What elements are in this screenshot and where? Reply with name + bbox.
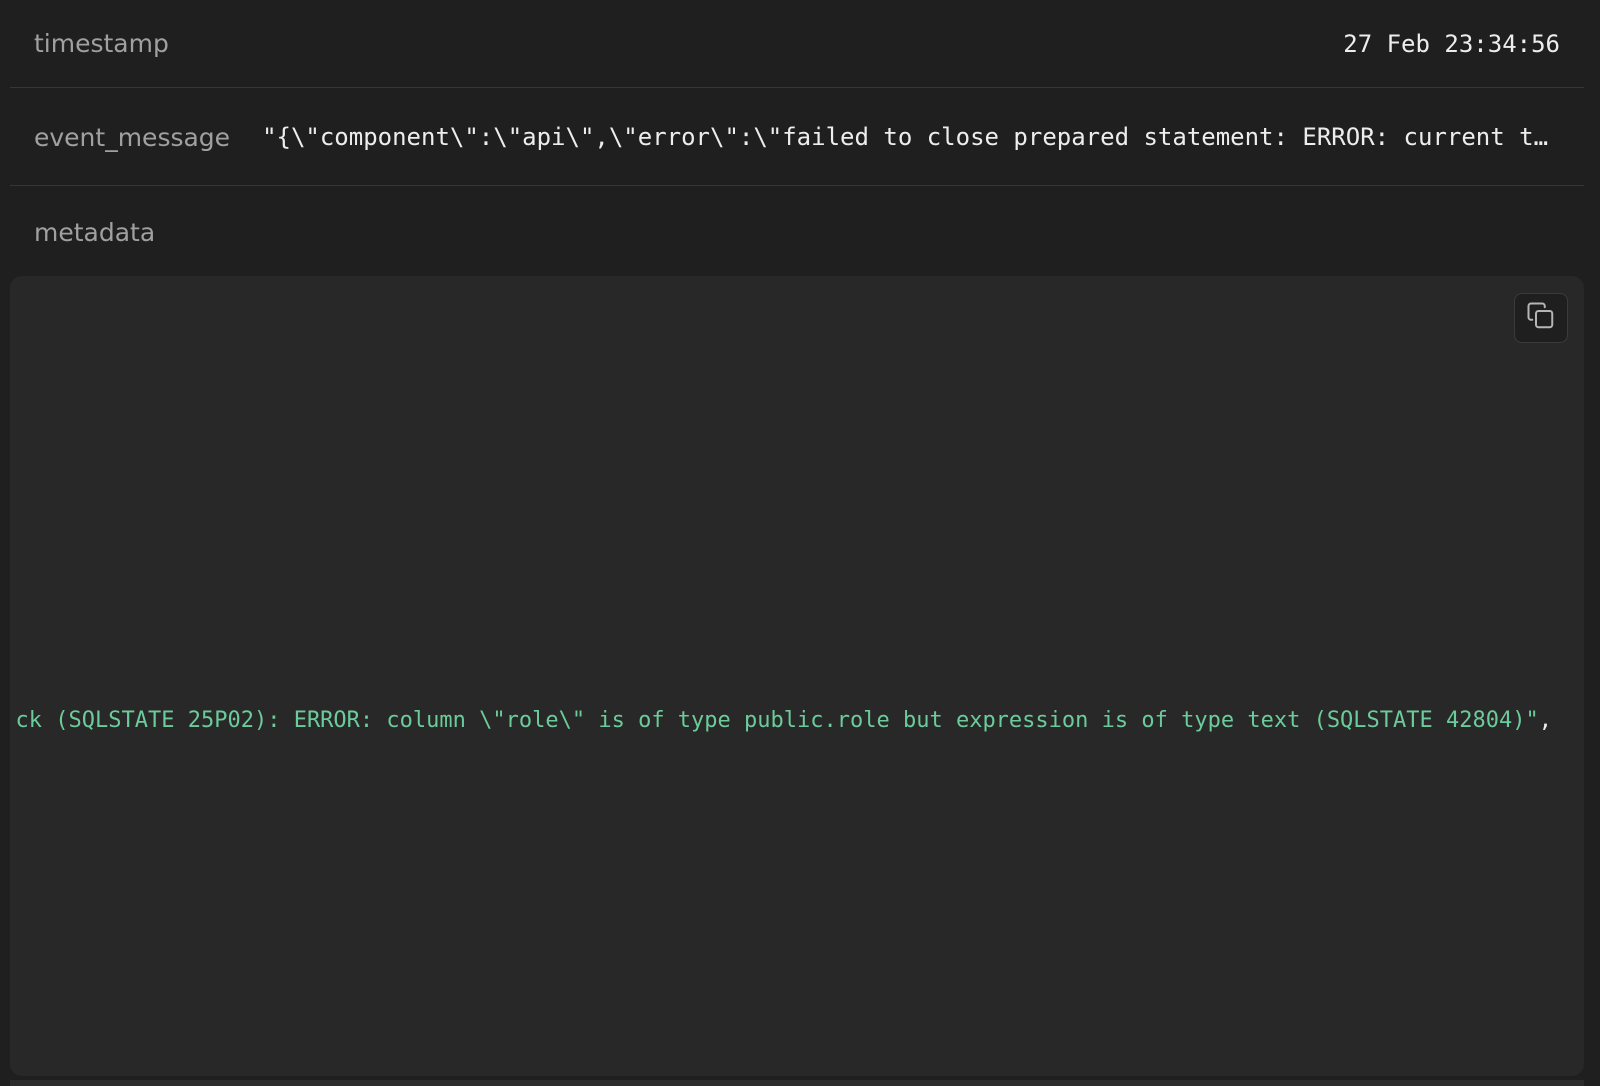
- metadata-code-line: ck (SQLSTATE 25P02): ERROR: column \"rol…: [16, 708, 1552, 733]
- timestamp-row: timestamp 27 Feb 23:34:56: [10, 0, 1584, 88]
- metadata-code-block[interactable]: ck (SQLSTATE 25P02): ERROR: column \"rol…: [10, 276, 1584, 1076]
- metadata-string-value: ck (SQLSTATE 25P02): ERROR: column \"rol…: [15, 708, 1539, 733]
- event-message-row: event_message "{\"component\":\"api\",\"…: [10, 89, 1584, 186]
- event-message-label: event_message: [34, 122, 231, 152]
- event-message-value: "{\"component\":\"api\",\"error\":\"fail…: [262, 123, 1560, 151]
- timestamp-value: 27 Feb 23:34:56: [1343, 29, 1560, 58]
- next-row-edge: [10, 1080, 1584, 1086]
- timestamp-label: timestamp: [34, 29, 169, 58]
- metadata-trailing-punct: ,: [1538, 708, 1552, 733]
- log-detail-panel: timestamp 27 Feb 23:34:56 event_message …: [0, 0, 1600, 1086]
- copy-button[interactable]: [1514, 293, 1568, 343]
- copy-icon: [1526, 301, 1556, 335]
- metadata-label: metadata: [34, 217, 156, 247]
- metadata-row: metadata: [10, 187, 1584, 277]
